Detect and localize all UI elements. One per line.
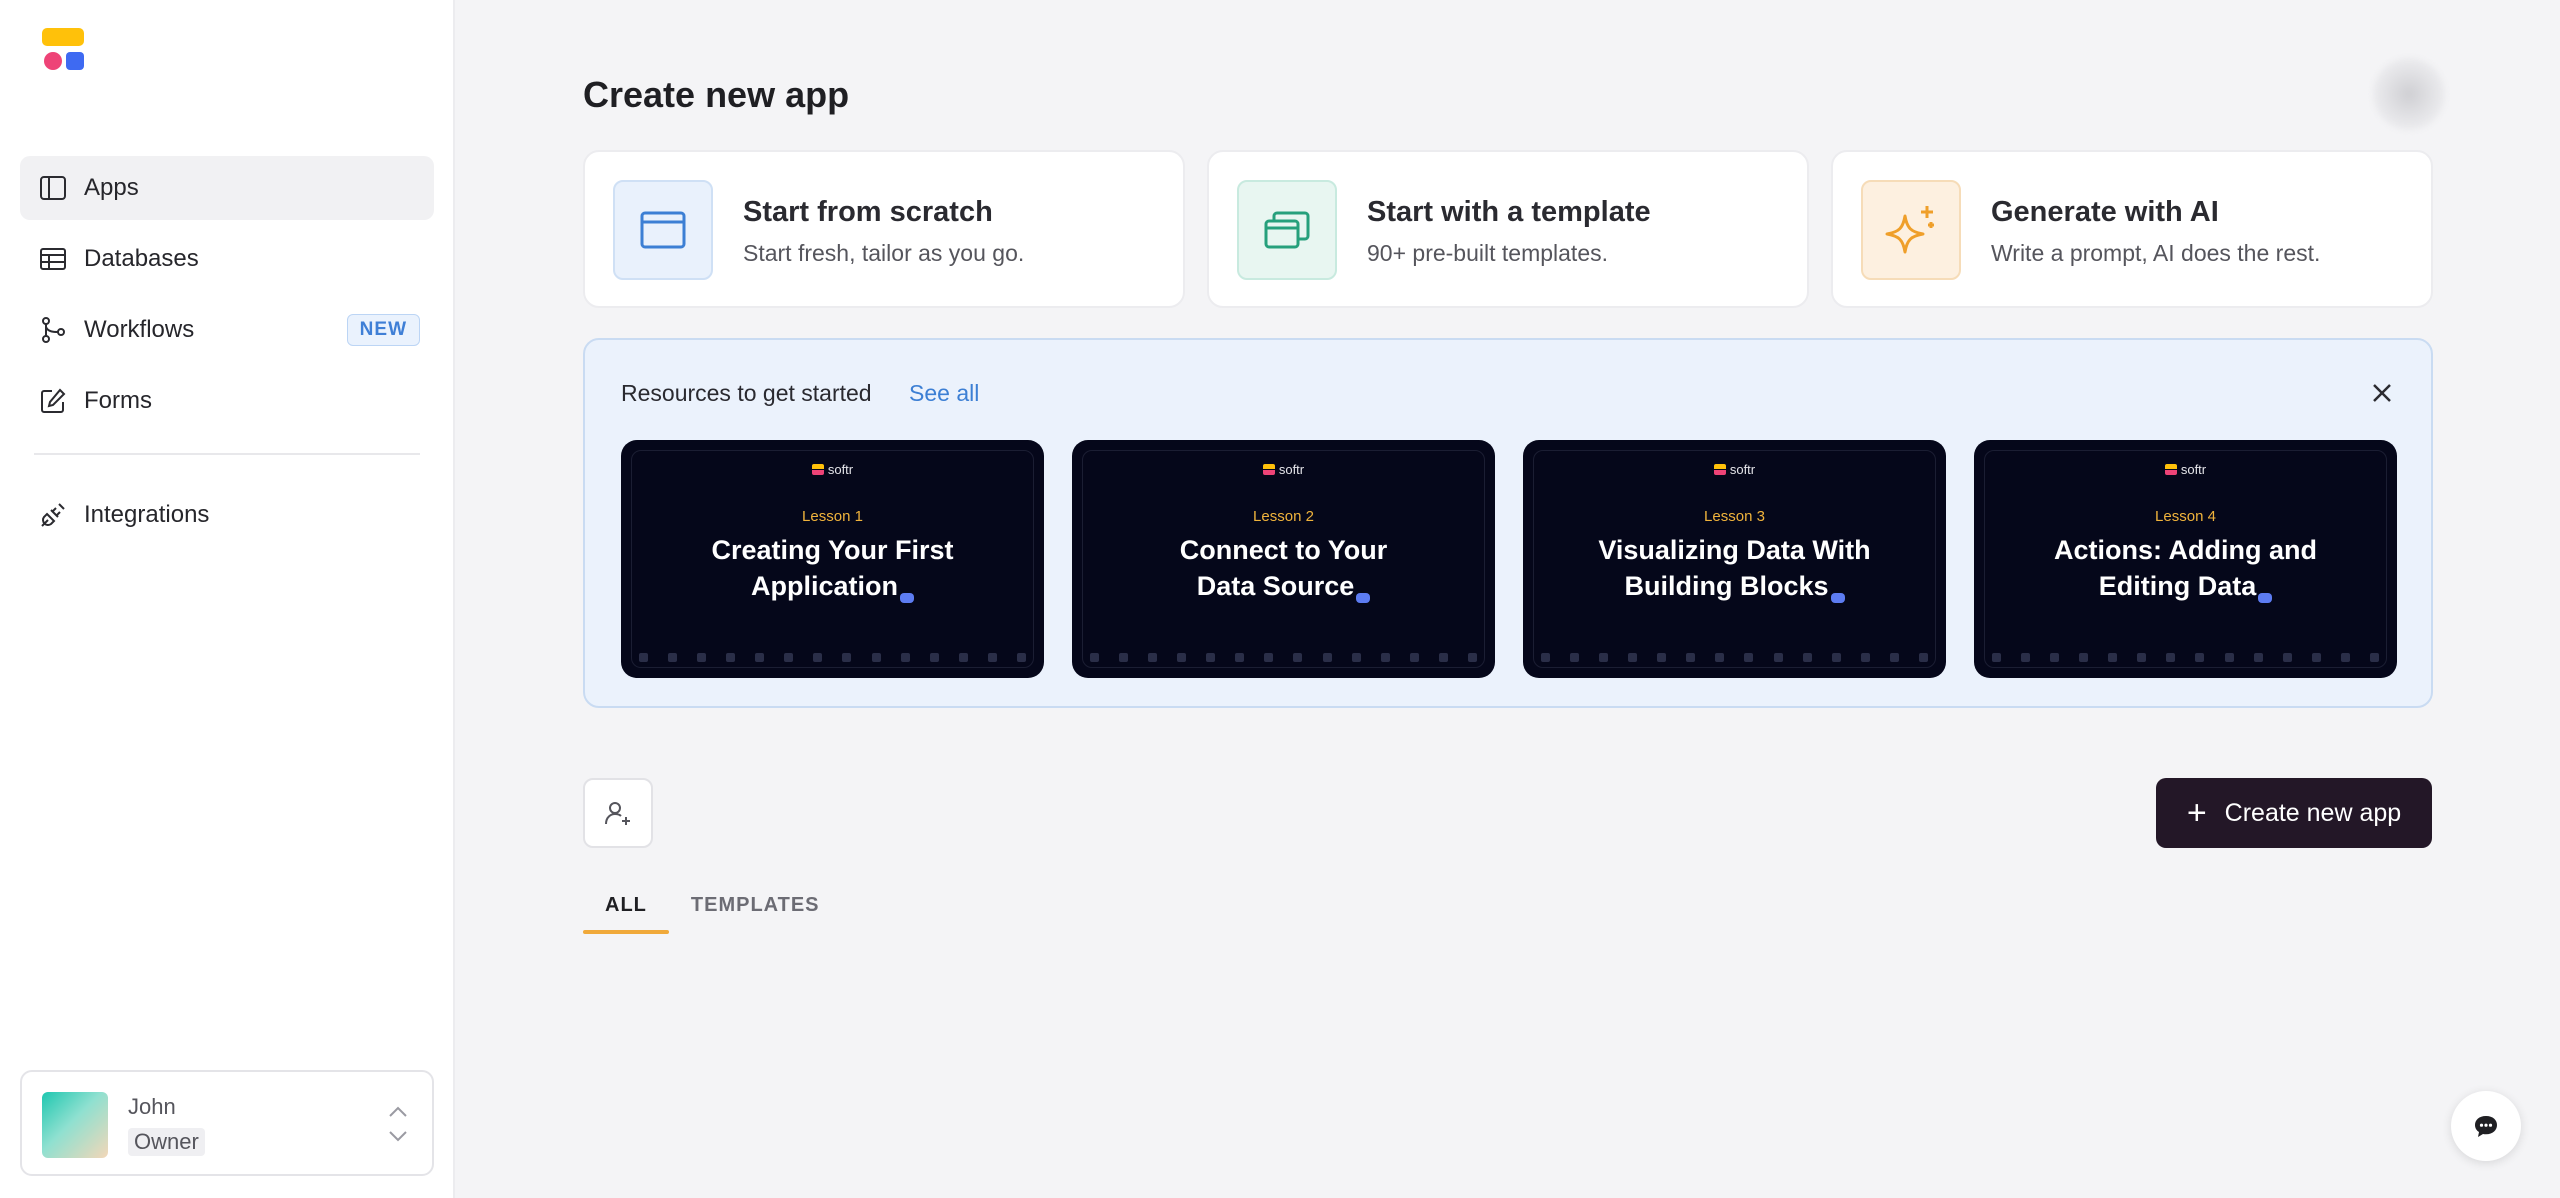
card-subtitle: Write a prompt, AI does the rest.: [1991, 240, 2321, 266]
add-user-icon: [605, 802, 630, 825]
sidebar-item-label: Forms: [84, 387, 152, 414]
lesson-card[interactable]: softr Lesson 1 Creating Your First Applic…: [621, 440, 1044, 678]
logo-bar: [42, 28, 84, 46]
sidebar-divider: [34, 453, 420, 455]
lesson-number: Lesson 2: [1253, 508, 1314, 525]
lesson-brand: softr: [621, 462, 1044, 477]
lesson-title: Actions: Adding and Editing Data: [2054, 535, 2317, 603]
table-icon: [36, 242, 70, 276]
create-button-label: Create new app: [2224, 798, 2402, 827]
resources-panel: Resources to get started See all softr L…: [583, 338, 2433, 708]
generate-with-ai-card[interactable]: Generate with AI Write a prompt, AI does…: [1831, 150, 2433, 308]
tab-templates[interactable]: TEMPLATES: [669, 888, 842, 934]
softr-logo-icon: [2164, 464, 2177, 475]
chevron-up-down-icon: [389, 1106, 407, 1142]
sidebar-panel-icon: [36, 171, 70, 205]
softr-logo-icon: [1713, 464, 1726, 475]
lesson-title: Creating Your First Application: [711, 535, 954, 603]
avatar: [42, 1092, 108, 1158]
sidebar-item-label: Apps: [84, 174, 139, 201]
sidebar-item-workflows[interactable]: Workflows NEW: [20, 298, 434, 362]
plug-icon: [36, 498, 70, 532]
card-subtitle: Start fresh, tailor as you go.: [743, 240, 1025, 266]
card-title: Start with a template: [1367, 196, 1651, 228]
logo-dot-pink: [44, 52, 62, 70]
sidebar-nav: Apps Databases Workflows NEW Forms Integ…: [20, 156, 434, 554]
edit-form-icon: [36, 384, 70, 418]
lesson-title: Connect to Your Data Source: [1179, 535, 1388, 603]
lesson-icon-row: [1090, 653, 1477, 662]
sidebar-item-label: Integrations: [84, 501, 210, 528]
sidebar-item-forms[interactable]: Forms: [20, 369, 434, 433]
lesson-brand: softr: [1072, 462, 1495, 477]
cursor-icon: [1830, 593, 1845, 603]
lesson-card[interactable]: softr Lesson 2 Connect to Your Data Sourc…: [1072, 440, 1495, 678]
lesson-icon-row: [1992, 653, 2379, 662]
cursor-icon: [2258, 593, 2273, 603]
sidebar-item-integrations[interactable]: Integrations: [20, 483, 434, 547]
lesson-card[interactable]: softr Lesson 3 Visualizing Data With Buil…: [1523, 440, 1946, 678]
new-badge: NEW: [346, 314, 420, 346]
sidebar-item-label: Workflows: [84, 316, 195, 343]
start-with-template-card[interactable]: Start with a template 90+ pre-built temp…: [1207, 150, 1809, 308]
invite-user-button[interactable]: [583, 778, 653, 848]
lesson-title: Visualizing Data With Building Blocks: [1598, 535, 1871, 603]
lesson-number: Lesson 1: [802, 508, 863, 525]
softr-logo-icon: [811, 464, 824, 475]
see-all-link[interactable]: See all: [909, 380, 979, 407]
sidebar-item-apps[interactable]: Apps: [20, 156, 434, 220]
lesson-icon-row: [639, 653, 1026, 662]
user-switcher[interactable]: John Owner: [20, 1070, 434, 1176]
chat-button[interactable]: [2451, 1091, 2521, 1161]
softr-logo-icon: [1262, 464, 1275, 475]
lesson-card[interactable]: softr Lesson 4 Actions: Adding and Editin…: [1974, 440, 2397, 678]
resources-title: Resources to get started: [621, 380, 872, 406]
create-options: Start from scratch Start fresh, tailor a…: [583, 150, 2433, 308]
app-tabs: ALL TEMPLATES: [583, 888, 842, 934]
create-new-app-button[interactable]: + Create new app: [2156, 778, 2432, 848]
cursor-icon: [900, 593, 914, 603]
card-title: Start from scratch: [743, 196, 993, 228]
card-title: Generate with AI: [1991, 196, 2219, 228]
sparkle-icon: [1861, 180, 1961, 280]
sidebar: Apps Databases Workflows NEW Forms Integ…: [0, 0, 455, 1198]
stacked-windows-icon: [1237, 180, 1337, 280]
user-name: John: [128, 1094, 176, 1119]
app-logo[interactable]: [42, 28, 86, 72]
card-subtitle: 90+ pre-built templates.: [1367, 240, 1608, 266]
close-icon[interactable]: [2369, 380, 2395, 406]
lesson-icon-row: [1541, 653, 1928, 662]
chat-bubble-icon: [2475, 1116, 2497, 1137]
sidebar-item-databases[interactable]: Databases: [20, 227, 434, 291]
window-icon: [613, 180, 713, 280]
plus-icon: +: [2186, 794, 2207, 832]
lesson-list: softr Lesson 1 Creating Your First Applic…: [621, 440, 2397, 678]
page-title: Create new app: [583, 74, 850, 115]
profile-avatar[interactable]: [2373, 58, 2445, 130]
branch-icon: [36, 313, 70, 347]
logo-dot-blue: [66, 52, 84, 70]
user-role: Owner: [128, 1128, 205, 1156]
lesson-number: Lesson 4: [2155, 508, 2216, 525]
tab-all[interactable]: ALL: [583, 888, 669, 934]
sidebar-item-label: Databases: [84, 245, 199, 272]
cursor-icon: [1356, 593, 1371, 603]
lesson-number: Lesson 3: [1704, 508, 1765, 525]
start-from-scratch-card[interactable]: Start from scratch Start fresh, tailor a…: [583, 150, 1185, 308]
lesson-brand: softr: [1523, 462, 1946, 477]
lesson-brand: softr: [1974, 462, 2397, 477]
